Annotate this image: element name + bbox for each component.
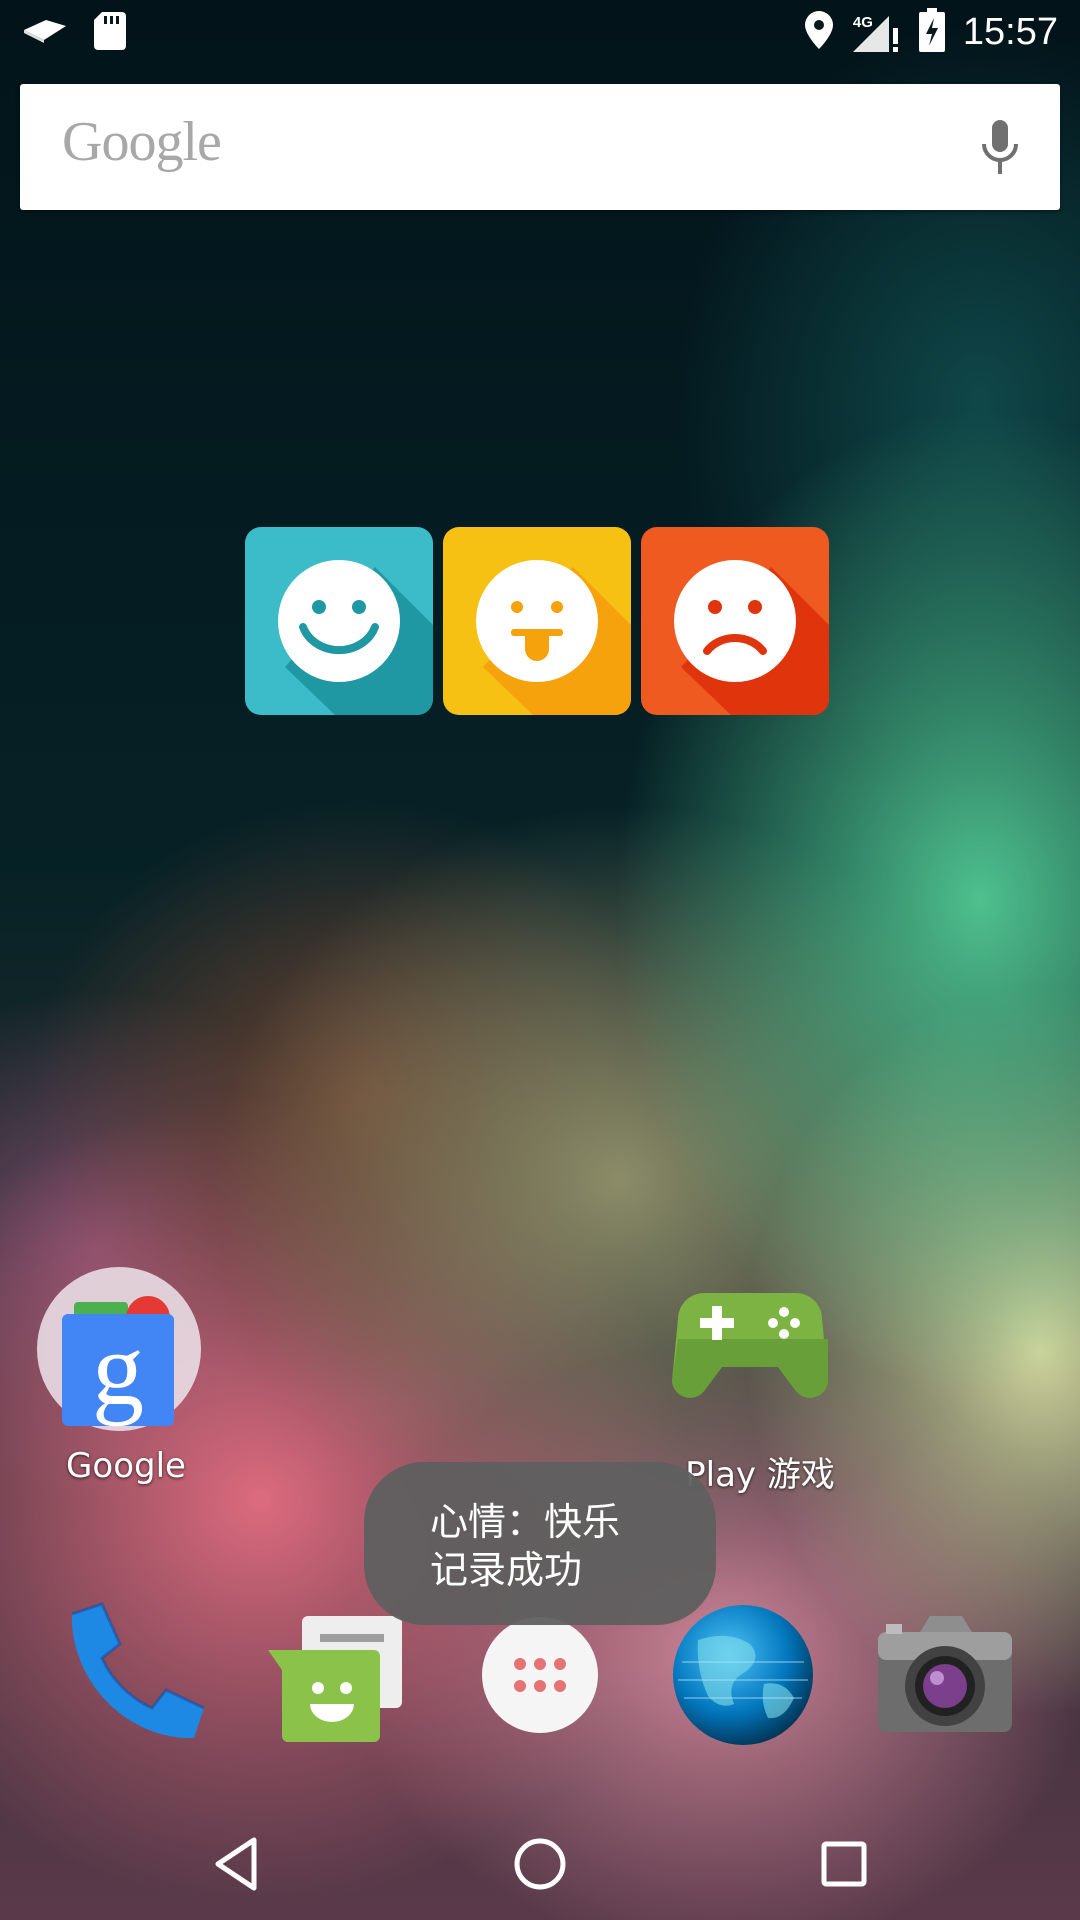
google-app-folder[interactable]: g Google: [36, 1266, 202, 1486]
toast-notification: 心情：快乐 记录成功: [364, 1462, 716, 1625]
play-games-app[interactable]: Play 游戏: [670, 1285, 835, 1495]
camera-icon: [878, 1616, 1012, 1732]
home-button[interactable]: [510, 1834, 570, 1894]
phone-app[interactable]: [58, 1600, 208, 1750]
sad-face-icon: [641, 527, 829, 715]
location-icon: [804, 11, 833, 53]
google-folder-icon: g: [37, 1267, 201, 1431]
recents-button[interactable]: [814, 1834, 874, 1894]
gamepad-icon: [672, 1293, 828, 1398]
google-app-label: Google: [66, 1446, 186, 1486]
kindle-icon: [22, 16, 68, 50]
status-bar: 4G 15:57: [0, 0, 1080, 64]
google-search-bar[interactable]: Google: [20, 84, 1060, 210]
globe-icon: [673, 1605, 813, 1745]
playful-mood-button[interactable]: [443, 527, 631, 715]
back-icon: [215, 1837, 257, 1891]
smile-face-icon: [245, 527, 433, 715]
google-logo: Google: [62, 111, 222, 173]
phone-icon: [71, 1602, 205, 1739]
recents-icon: [821, 1841, 867, 1887]
signal-icon: 4G: [851, 10, 901, 54]
back-button[interactable]: [208, 1834, 268, 1894]
browser-app[interactable]: [668, 1600, 818, 1750]
mood-widget: [245, 527, 830, 717]
camera-app[interactable]: [870, 1600, 1020, 1750]
messaging-app[interactable]: [266, 1600, 416, 1750]
home-icon: [514, 1838, 566, 1890]
tongue-face-icon: [443, 527, 631, 715]
messaging-icon: [268, 1616, 402, 1742]
mic-icon[interactable]: [980, 118, 1020, 178]
svg-text:g: g: [92, 1312, 144, 1427]
sad-mood-button[interactable]: [641, 527, 829, 715]
navigation-bar: [0, 1800, 1080, 1920]
happy-mood-button[interactable]: [245, 527, 433, 715]
clock: 15:57: [962, 11, 1058, 53]
sd-card-icon: [94, 12, 126, 54]
toast-message: 心情：快乐 记录成功: [430, 1500, 621, 1592]
battery-icon: [918, 8, 945, 56]
